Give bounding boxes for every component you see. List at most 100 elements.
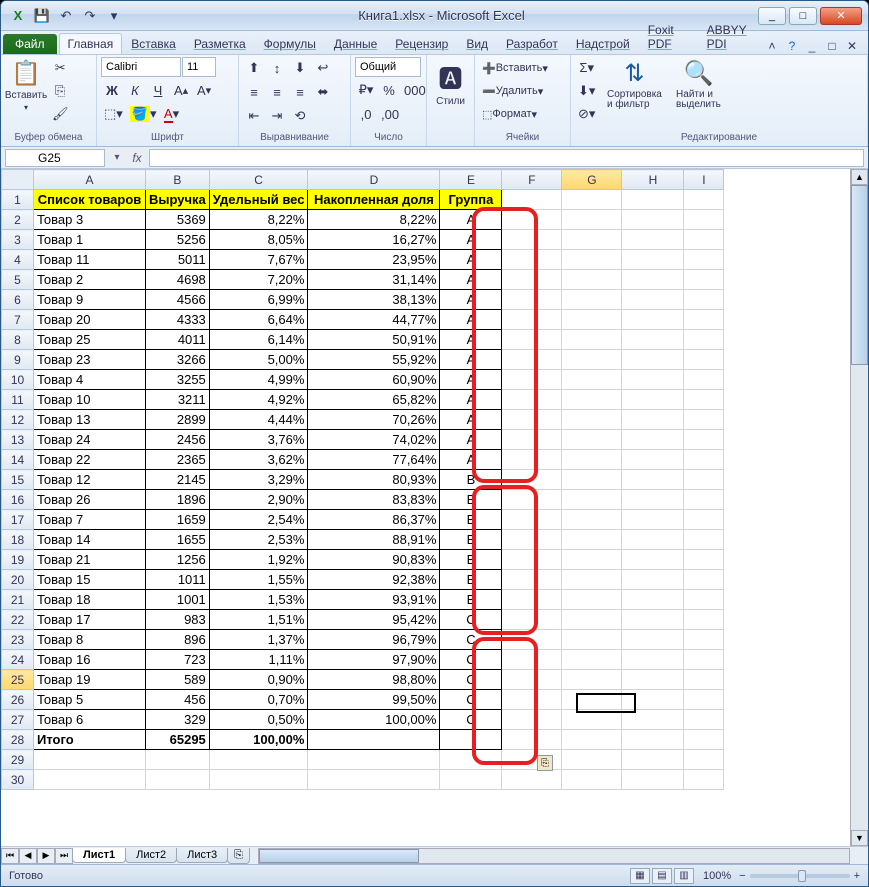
- empty-cell[interactable]: [562, 470, 622, 490]
- fill-icon[interactable]: ⬇▾: [575, 80, 598, 102]
- table-cell[interactable]: 5256: [146, 230, 210, 250]
- empty-cell[interactable]: [622, 350, 684, 370]
- table-cell[interactable]: 0,50%: [209, 710, 308, 730]
- table-cell[interactable]: Итого: [34, 730, 146, 750]
- empty-cell[interactable]: [502, 470, 562, 490]
- empty-cell[interactable]: [502, 690, 562, 710]
- tab-prev-icon[interactable]: ◀: [19, 848, 37, 864]
- table-cell[interactable]: B: [440, 510, 502, 530]
- table-cell[interactable]: Товар 19: [34, 670, 146, 690]
- fill-color-icon[interactable]: 🪣▾: [127, 103, 160, 125]
- row-header-2[interactable]: 2: [2, 210, 34, 230]
- col-header-G[interactable]: G: [562, 170, 622, 190]
- empty-cell[interactable]: [684, 530, 724, 550]
- table-cell[interactable]: 1,53%: [209, 590, 308, 610]
- empty-cell[interactable]: [684, 650, 724, 670]
- table-cell[interactable]: 1011: [146, 570, 210, 590]
- table-cell[interactable]: 16,27%: [308, 230, 440, 250]
- empty-cell[interactable]: [502, 510, 562, 530]
- empty-cell[interactable]: [684, 190, 724, 210]
- name-box-dropdown-icon[interactable]: ▾: [109, 152, 125, 163]
- table-cell[interactable]: Товар 4: [34, 370, 146, 390]
- undo-icon[interactable]: ↶: [55, 5, 77, 27]
- row-header-22[interactable]: 22: [2, 610, 34, 630]
- empty-cell[interactable]: [34, 770, 146, 790]
- redo-icon[interactable]: ↷: [79, 5, 101, 27]
- table-cell[interactable]: Товар 8: [34, 630, 146, 650]
- vscroll-thumb[interactable]: [851, 185, 868, 365]
- row-header-16[interactable]: 16: [2, 490, 34, 510]
- table-cell[interactable]: A: [440, 230, 502, 250]
- empty-cell[interactable]: [622, 610, 684, 630]
- row-header-15[interactable]: 15: [2, 470, 34, 490]
- empty-cell[interactable]: [622, 570, 684, 590]
- empty-cell[interactable]: [502, 410, 562, 430]
- empty-cell[interactable]: [622, 750, 684, 770]
- empty-cell[interactable]: [562, 770, 622, 790]
- hscroll-thumb[interactable]: [259, 849, 419, 863]
- row-header-6[interactable]: 6: [2, 290, 34, 310]
- zoom-out-icon[interactable]: −: [739, 870, 745, 882]
- table-cell[interactable]: A: [440, 210, 502, 230]
- table-cell[interactable]: [440, 730, 502, 750]
- row-header-17[interactable]: 17: [2, 510, 34, 530]
- cut-icon[interactable]: ✂: [49, 57, 72, 79]
- table-cell[interactable]: 4,92%: [209, 390, 308, 410]
- table-cell[interactable]: 38,13%: [308, 290, 440, 310]
- table-cell[interactable]: C: [440, 670, 502, 690]
- new-sheet-icon[interactable]: ⎘: [227, 848, 250, 864]
- empty-cell[interactable]: [562, 670, 622, 690]
- tab-data[interactable]: Данные: [325, 33, 386, 54]
- empty-cell[interactable]: [684, 710, 724, 730]
- empty-cell[interactable]: [502, 550, 562, 570]
- view-normal-icon[interactable]: ▦: [630, 868, 650, 884]
- table-cell[interactable]: A: [440, 290, 502, 310]
- table-cell[interactable]: 2899: [146, 410, 210, 430]
- insert-cells-button[interactable]: ➕ Вставить ▾: [479, 57, 551, 79]
- empty-cell[interactable]: [502, 270, 562, 290]
- table-cell[interactable]: 86,37%: [308, 510, 440, 530]
- empty-cell[interactable]: [562, 290, 622, 310]
- empty-cell[interactable]: [622, 450, 684, 470]
- empty-cell[interactable]: [502, 590, 562, 610]
- merge-icon[interactable]: ⬌: [312, 81, 334, 103]
- table-cell[interactable]: 31,14%: [308, 270, 440, 290]
- empty-cell[interactable]: [622, 390, 684, 410]
- align-bot-icon[interactable]: ⬇: [289, 57, 311, 79]
- table-cell[interactable]: Товар 1: [34, 230, 146, 250]
- table-cell[interactable]: 1,37%: [209, 630, 308, 650]
- table-cell[interactable]: 3,29%: [209, 470, 308, 490]
- tab-review[interactable]: Рецензир: [386, 33, 457, 54]
- table-header[interactable]: Накопленная доля: [308, 190, 440, 210]
- row-header-23[interactable]: 23: [2, 630, 34, 650]
- doc-close-icon[interactable]: ✕: [844, 38, 860, 54]
- table-cell[interactable]: B: [440, 530, 502, 550]
- grow-font-icon[interactable]: A▴: [170, 79, 192, 101]
- format-painter-icon[interactable]: 🖌: [49, 103, 72, 125]
- table-cell[interactable]: C: [440, 650, 502, 670]
- table-cell[interactable]: 23,95%: [308, 250, 440, 270]
- col-header-I[interactable]: I: [684, 170, 724, 190]
- table-cell[interactable]: 5,00%: [209, 350, 308, 370]
- percent-icon[interactable]: %: [378, 79, 400, 101]
- empty-cell[interactable]: [684, 570, 724, 590]
- vertical-scrollbar[interactable]: ▲ ▼: [850, 169, 868, 846]
- row-header-30[interactable]: 30: [2, 770, 34, 790]
- empty-cell[interactable]: [684, 770, 724, 790]
- table-cell[interactable]: 8,22%: [209, 210, 308, 230]
- empty-cell[interactable]: [622, 690, 684, 710]
- table-cell[interactable]: C: [440, 690, 502, 710]
- empty-cell[interactable]: [502, 310, 562, 330]
- sum-icon[interactable]: Σ▾: [575, 57, 598, 79]
- empty-cell[interactable]: [440, 750, 502, 770]
- empty-cell[interactable]: [622, 630, 684, 650]
- table-cell[interactable]: 1,11%: [209, 650, 308, 670]
- table-cell[interactable]: 4566: [146, 290, 210, 310]
- comma-icon[interactable]: 000: [401, 79, 429, 101]
- tab-abbyy[interactable]: ABBYY PDI: [698, 19, 764, 54]
- table-cell[interactable]: Товар 24: [34, 430, 146, 450]
- empty-cell[interactable]: [209, 750, 308, 770]
- empty-cell[interactable]: [502, 390, 562, 410]
- tab-next-icon[interactable]: ▶: [37, 848, 55, 864]
- empty-cell[interactable]: [562, 310, 622, 330]
